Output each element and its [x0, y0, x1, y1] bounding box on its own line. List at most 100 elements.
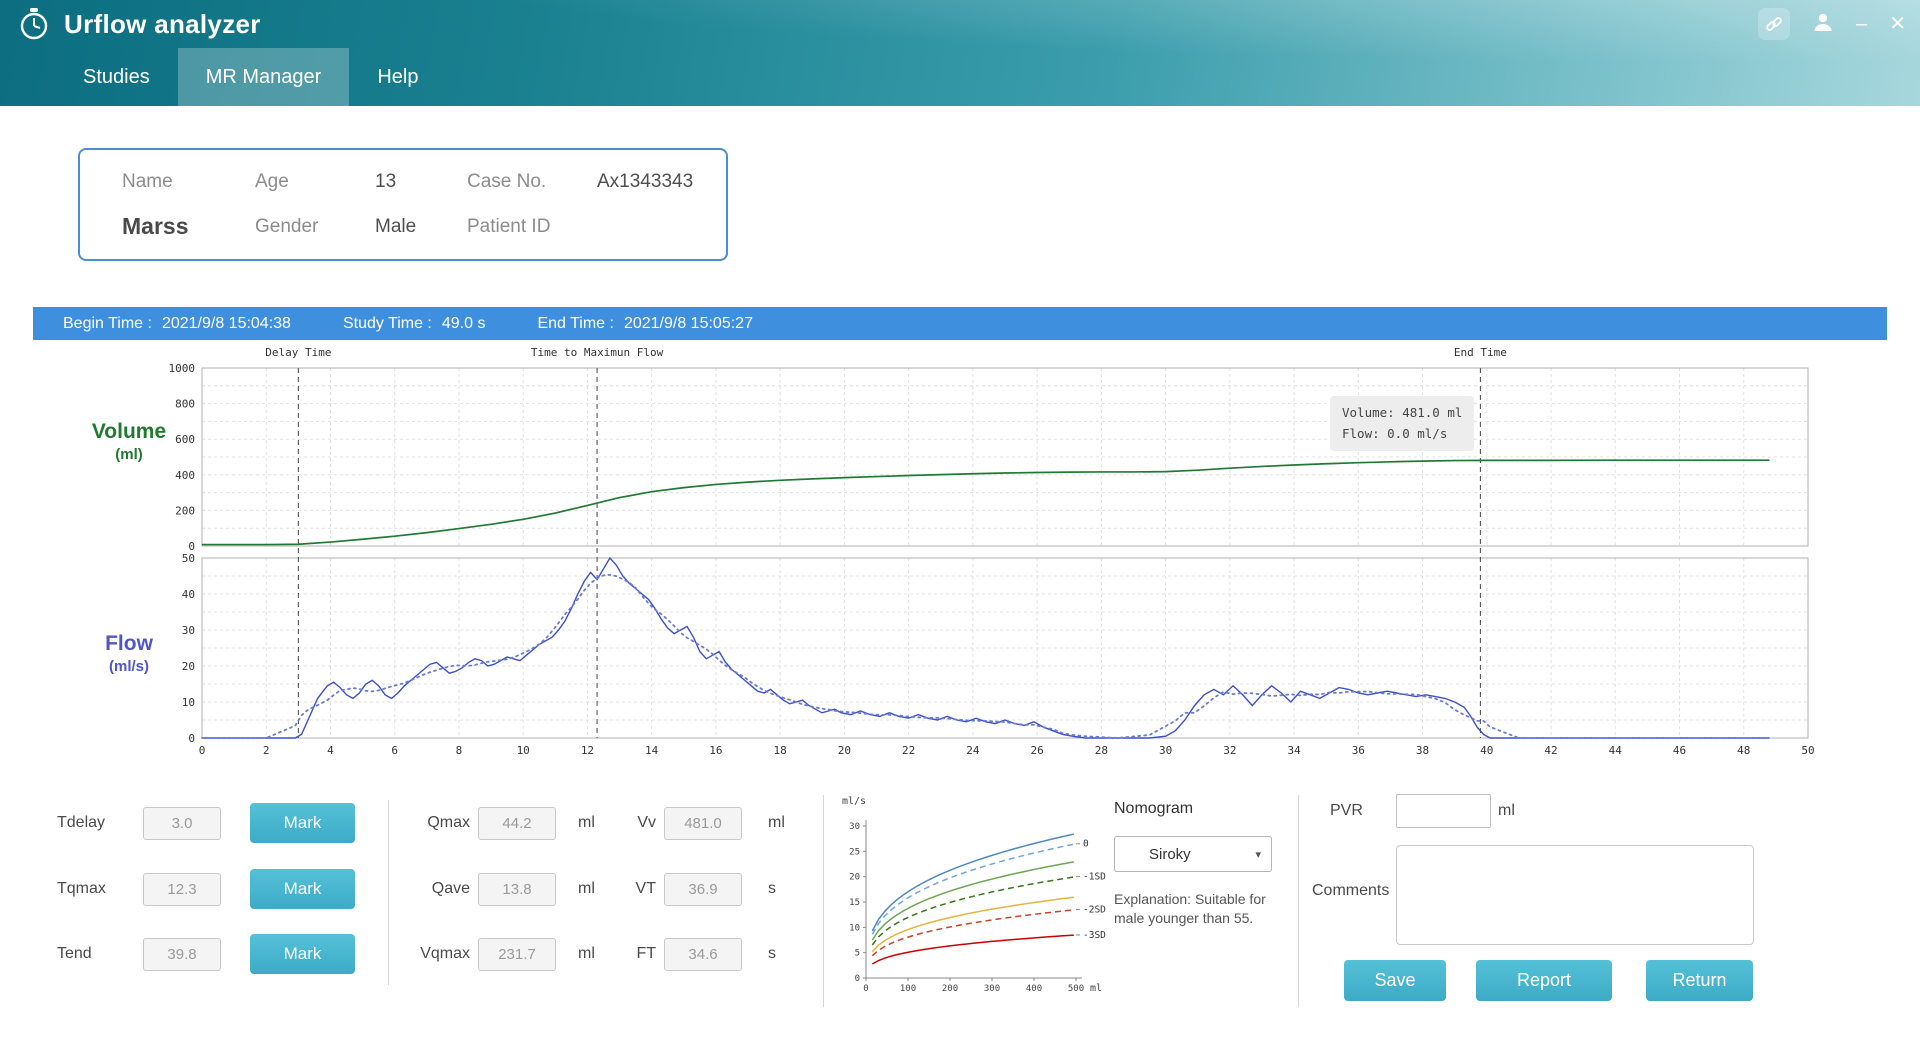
- svg-text:38: 38: [1416, 744, 1429, 757]
- qave-value[interactable]: [478, 873, 556, 906]
- qmax-unit: ml: [578, 814, 595, 832]
- tdelay-value[interactable]: [143, 807, 221, 840]
- comments-input[interactable]: [1396, 845, 1754, 945]
- svg-text:-2SD: -2SD: [1083, 905, 1106, 916]
- tab-help[interactable]: Help: [349, 48, 446, 106]
- tend-mark-button[interactable]: Mark: [250, 934, 355, 974]
- chart-tooltip: Volume: 481.0 ml Flow: 0.0 ml/s: [1330, 396, 1474, 451]
- patient-case-value: Ax1343343: [597, 171, 726, 193]
- link-icon[interactable]: [1758, 8, 1790, 40]
- nomogram-select[interactable]: Siroky ▾: [1114, 836, 1272, 872]
- vqmax-unit: ml: [578, 945, 595, 963]
- svg-text:500: 500: [1068, 984, 1084, 994]
- svg-text:800: 800: [175, 398, 195, 411]
- svg-text:-1SD: -1SD: [1083, 872, 1106, 883]
- svg-text:ml/s: ml/s: [842, 796, 866, 807]
- ft-value[interactable]: [664, 938, 742, 971]
- svg-text:0: 0: [1083, 839, 1089, 850]
- vqmax-value[interactable]: [478, 938, 556, 971]
- title-row: Urflow analyzer: [0, 0, 261, 48]
- app-title: Urflow analyzer: [64, 9, 261, 40]
- main-chart-svg[interactable]: 0200400600800100001020304050024681012141…: [33, 340, 1887, 765]
- patient-name-value: Marss: [122, 213, 255, 240]
- svg-text:10: 10: [182, 696, 195, 709]
- svg-text:28: 28: [1095, 744, 1108, 757]
- qave-row: Qave ml: [414, 869, 595, 909]
- tqmax-label: Tqmax: [57, 880, 131, 898]
- patient-id-label: Patient ID: [467, 216, 597, 238]
- vv-value[interactable]: [664, 807, 742, 840]
- tqmax-value[interactable]: [143, 873, 221, 906]
- begin-time-label: Begin Time :: [63, 315, 152, 333]
- tqmax-mark-button[interactable]: Mark: [250, 869, 355, 909]
- comments-label: Comments: [1312, 882, 1389, 900]
- tooltip-flow: Flow: 0.0 ml/s: [1342, 424, 1462, 445]
- vv-label: Vv: [630, 814, 656, 832]
- save-button[interactable]: Save: [1344, 960, 1446, 1001]
- svg-text:14: 14: [645, 744, 659, 757]
- tqmax-row: Tqmax Mark: [45, 869, 355, 909]
- patient-gender-label: Gender: [255, 216, 375, 238]
- vt-value[interactable]: [664, 873, 742, 906]
- vt-unit: s: [768, 880, 776, 898]
- study-time-value: 49.0 s: [442, 315, 486, 333]
- minimize-button[interactable]: –: [1856, 8, 1867, 40]
- svg-text:24: 24: [966, 744, 980, 757]
- ft-label: FT: [630, 945, 656, 963]
- pvr-unit: ml: [1498, 802, 1515, 820]
- qave-label: Qave: [414, 880, 470, 898]
- vv-unit: ml: [768, 814, 785, 832]
- ft-row: FT s: [630, 934, 776, 974]
- svg-text:22: 22: [902, 744, 915, 757]
- user-icon[interactable]: [1812, 11, 1834, 38]
- svg-text:15: 15: [849, 898, 860, 908]
- svg-text:2: 2: [263, 744, 270, 757]
- tdelay-mark-button[interactable]: Mark: [250, 803, 355, 843]
- vqmax-row: Vqmax ml: [414, 934, 595, 974]
- vv-row: Vv ml: [630, 803, 785, 843]
- study-time-label: Study Time :: [343, 315, 432, 333]
- svg-text:200: 200: [942, 984, 958, 994]
- patient-name-label: Name: [122, 171, 255, 193]
- svg-text:400: 400: [1026, 984, 1042, 994]
- svg-text:26: 26: [1030, 744, 1043, 757]
- close-button[interactable]: ✕: [1889, 8, 1906, 40]
- svg-text:50: 50: [1801, 744, 1814, 757]
- svg-text:10: 10: [849, 923, 860, 933]
- patient-case-label: Case No.: [467, 171, 597, 193]
- tdelay-label: Tdelay: [57, 814, 131, 832]
- svg-text:42: 42: [1544, 744, 1557, 757]
- svg-text:300: 300: [984, 984, 1000, 994]
- svg-text:30: 30: [849, 822, 860, 832]
- svg-text:1000: 1000: [169, 362, 196, 375]
- svg-text:20: 20: [838, 744, 851, 757]
- divider-2: [823, 795, 824, 1007]
- tend-value[interactable]: [143, 938, 221, 971]
- svg-text:0: 0: [855, 974, 860, 984]
- app-logo-icon: [16, 6, 52, 42]
- divider-1: [388, 800, 389, 985]
- svg-text:0: 0: [199, 744, 206, 757]
- svg-text:50: 50: [182, 552, 195, 565]
- svg-text:10: 10: [517, 744, 530, 757]
- svg-text:25: 25: [849, 847, 860, 857]
- svg-text:400: 400: [175, 469, 195, 482]
- svg-text:End Time: End Time: [1454, 346, 1507, 359]
- svg-text:0: 0: [188, 732, 195, 745]
- tab-studies[interactable]: Studies: [55, 48, 178, 106]
- pvr-label: PVR: [1330, 802, 1363, 820]
- study-time-bar: Begin Time : 2021/9/8 15:04:38 Study Time…: [33, 307, 1887, 340]
- tend-row: Tend Mark: [45, 934, 355, 974]
- svg-text:40: 40: [1480, 744, 1493, 757]
- pvr-input[interactable]: [1396, 794, 1491, 828]
- report-button[interactable]: Report: [1476, 960, 1612, 1001]
- qmax-value[interactable]: [478, 807, 556, 840]
- svg-text:ml: ml: [1090, 983, 1102, 994]
- begin-time-value: 2021/9/8 15:04:38: [162, 315, 291, 333]
- svg-text:16: 16: [709, 744, 722, 757]
- flow-axis-title: Flow: [69, 632, 189, 656]
- return-button[interactable]: Return: [1646, 960, 1753, 1001]
- tend-label: Tend: [57, 945, 131, 963]
- flow-volume-chart[interactable]: Volume (ml) Flow (ml/s) 0200400600800100…: [33, 340, 1887, 770]
- tab-mr-manager[interactable]: MR Manager: [178, 48, 350, 106]
